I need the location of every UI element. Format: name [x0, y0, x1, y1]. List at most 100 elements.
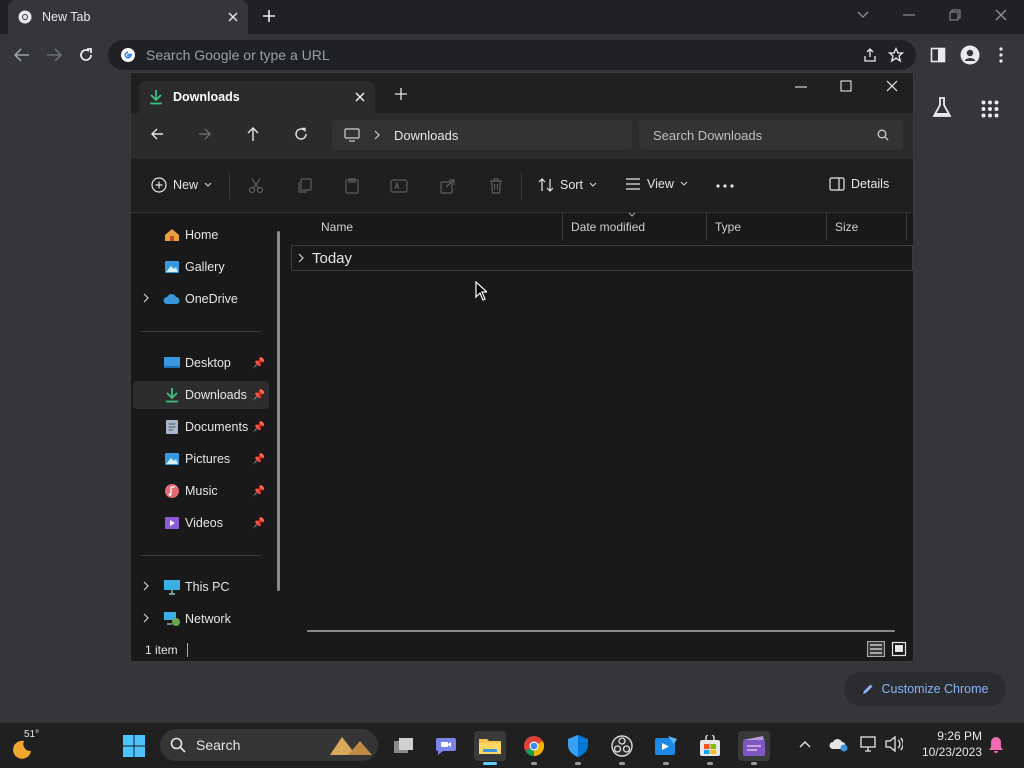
side-panel-icon[interactable] — [930, 47, 946, 63]
omnibox[interactable]: Search Google or type a URL — [108, 40, 916, 70]
horizontal-scrollbar[interactable] — [307, 630, 895, 632]
more-vertical-icon[interactable] — [999, 47, 1003, 63]
pin-icon[interactable]: 📌 — [253, 358, 265, 369]
customize-chrome-button[interactable]: Customize Chrome — [844, 672, 1006, 706]
chevron-right-icon[interactable] — [143, 293, 149, 303]
sidebar-item-this-pc[interactable]: This PC — [133, 573, 269, 601]
back-arrow-icon[interactable] — [14, 48, 30, 62]
chrome-taskbar-button[interactable] — [518, 731, 550, 765]
running-indicator — [575, 762, 581, 765]
chevron-right-icon[interactable] — [143, 613, 149, 623]
column-header-size[interactable]: Size — [827, 213, 907, 241]
group-header-today[interactable]: Today — [291, 245, 913, 271]
more-options-icon[interactable] — [716, 184, 734, 188]
paste-icon[interactable] — [344, 178, 360, 194]
task-view-icon — [393, 737, 415, 755]
address-bar[interactable]: Downloads — [332, 120, 632, 150]
pin-icon[interactable]: 📌 — [253, 454, 265, 465]
close-icon[interactable] — [886, 80, 898, 92]
delete-icon[interactable] — [488, 178, 504, 194]
details-button[interactable]: Details — [829, 177, 889, 191]
tiles-view-icon[interactable] — [891, 641, 907, 657]
sidebar-item-desktop[interactable]: Desktop 📌 — [133, 349, 269, 377]
chevron-up-icon[interactable] — [799, 740, 811, 748]
chevron-right-icon[interactable] — [143, 581, 149, 591]
sidebar-item-documents[interactable]: Documents 📌 — [133, 413, 269, 441]
sidebar-item-videos[interactable]: Videos 📌 — [133, 509, 269, 537]
notification-bell-icon[interactable] — [988, 736, 1004, 754]
share-icon[interactable] — [440, 178, 456, 194]
column-header-date-modified[interactable]: Date modified — [563, 213, 707, 241]
search-input[interactable]: Search Downloads — [639, 120, 903, 150]
close-icon[interactable] — [355, 92, 365, 102]
up-arrow-icon[interactable] — [246, 126, 260, 142]
chevron-down-icon[interactable] — [857, 9, 869, 19]
sort-button[interactable]: Sort — [538, 177, 597, 193]
column-label: Name — [321, 220, 354, 234]
refresh-icon[interactable] — [294, 127, 308, 141]
clock[interactable]: 9:26 PM 10/23/2023 — [912, 728, 982, 760]
file-explorer-taskbar-button[interactable] — [474, 731, 506, 765]
back-arrow-icon[interactable] — [150, 127, 164, 141]
task-view-button[interactable] — [388, 731, 420, 761]
rename-icon[interactable] — [390, 178, 408, 194]
volume-icon[interactable] — [885, 736, 903, 752]
obs-taskbar-button[interactable] — [606, 731, 638, 765]
sidebar-item-downloads[interactable]: Downloads 📌 — [133, 381, 269, 409]
restore-icon[interactable] — [949, 9, 961, 21]
minimize-icon[interactable] — [903, 14, 915, 16]
chevron-right-icon[interactable] — [374, 130, 380, 140]
clipchamp-taskbar-button[interactable] — [738, 731, 770, 765]
network-tray-icon[interactable] — [860, 736, 878, 752]
copy-icon[interactable] — [296, 178, 312, 194]
maximize-icon[interactable] — [840, 80, 852, 92]
view-button[interactable]: View — [625, 177, 688, 191]
pin-icon[interactable]: 📌 — [253, 422, 265, 433]
details-view-icon[interactable] — [867, 641, 885, 657]
sidebar-item-music[interactable]: Music 📌 — [133, 477, 269, 505]
bookmark-star-icon[interactable] — [888, 47, 904, 63]
column-header-type[interactable]: Type — [707, 213, 827, 241]
microsoft-store-taskbar-button[interactable] — [694, 731, 726, 765]
close-icon[interactable] — [228, 12, 238, 22]
sidebar-item-gallery[interactable]: Gallery — [133, 253, 269, 281]
shield-icon — [567, 734, 589, 758]
sidebar-item-network[interactable]: Network — [133, 605, 269, 633]
forward-arrow-icon[interactable] — [198, 127, 212, 141]
status-divider — [187, 643, 188, 657]
new-button[interactable]: New — [151, 177, 212, 193]
video-editor-taskbar-button[interactable] — [650, 731, 682, 765]
onedrive-tray-icon[interactable] — [829, 738, 849, 752]
explorer-tab[interactable]: Downloads — [139, 81, 375, 113]
taskbar-search-box[interactable]: Search — [160, 729, 378, 761]
column-header-name[interactable]: Name — [313, 213, 563, 241]
minimize-icon[interactable] — [795, 86, 807, 88]
running-indicator — [531, 762, 537, 765]
cut-icon[interactable] — [248, 178, 264, 194]
sidebar-item-pictures[interactable]: Pictures 📌 — [133, 445, 269, 473]
chrome-tab[interactable]: New Tab — [8, 0, 248, 34]
sidebar-scrollbar[interactable] — [277, 231, 280, 591]
share-icon[interactable] — [862, 47, 878, 63]
breadcrumb[interactable]: Downloads — [394, 128, 458, 143]
pin-icon[interactable]: 📌 — [253, 390, 265, 401]
profile-avatar-icon[interactable] — [960, 45, 980, 65]
labs-flask-icon[interactable] — [932, 97, 952, 119]
weather-widget[interactable]: 51° — [8, 729, 48, 763]
search-icon — [170, 737, 186, 753]
sidebar-item-onedrive[interactable]: OneDrive — [133, 285, 269, 313]
chrome-tab-title: New Tab — [42, 10, 91, 24]
reload-icon[interactable] — [78, 47, 94, 63]
pin-icon[interactable]: 📌 — [253, 486, 265, 497]
apps-grid-icon[interactable] — [981, 100, 999, 118]
new-tab-button[interactable] — [395, 88, 407, 100]
teams-chat-button[interactable] — [430, 731, 462, 761]
defender-taskbar-button[interactable] — [562, 731, 594, 765]
forward-arrow-icon[interactable] — [46, 48, 62, 62]
running-indicator — [619, 762, 625, 765]
sidebar-item-home[interactable]: Home — [133, 221, 269, 249]
pin-icon[interactable]: 📌 — [253, 518, 265, 529]
new-tab-button[interactable] — [262, 9, 276, 23]
close-icon[interactable] — [995, 9, 1007, 21]
start-button[interactable] — [118, 731, 150, 761]
